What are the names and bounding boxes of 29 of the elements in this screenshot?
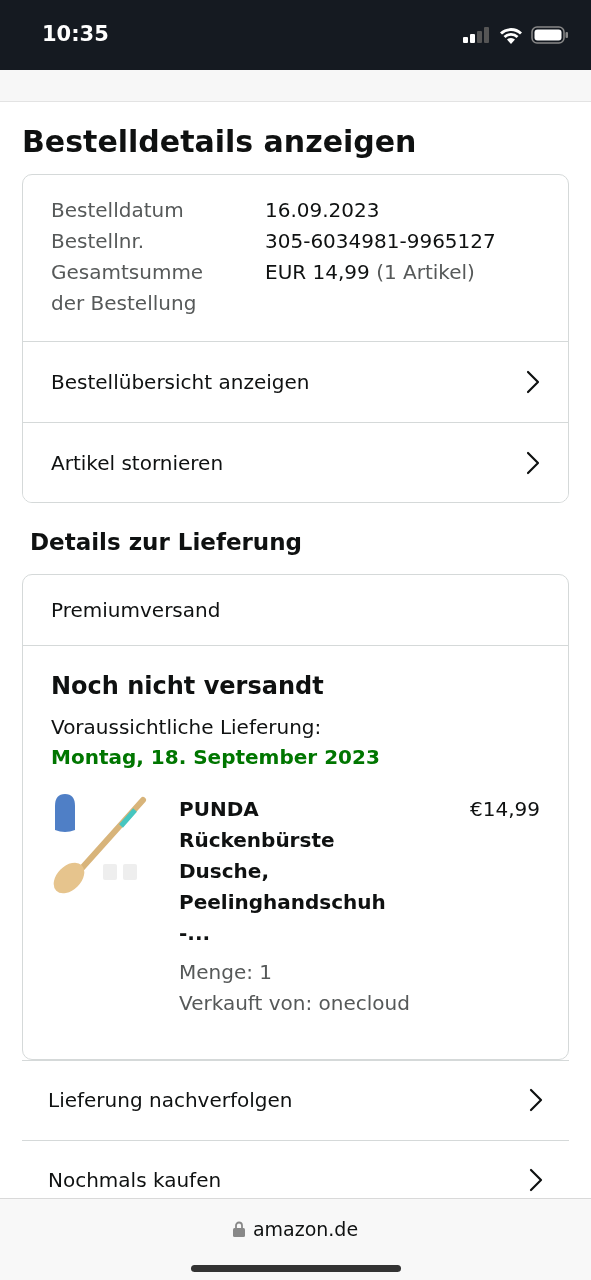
delivery-date: Montag, 18. September 2023 [51,743,381,771]
clock-time: 10:35 [42,21,109,49]
seller: Verkauft von: onecloud [179,989,410,1017]
home-indicator[interactable] [190,1265,401,1272]
field-value: EUR 14,99 [265,260,370,284]
url-bar[interactable]: amazon.de [232,1215,359,1244]
chevron-right-icon [526,450,540,475]
signal-icon [463,27,491,43]
quantity: Menge: 1 [179,958,274,986]
section-heading: Details zur Lieferung [30,528,304,557]
wifi-icon [499,26,523,44]
field-value: 16.09.2023 [265,198,380,222]
chevron-right-icon [526,370,540,394]
product-title[interactable]: PUNDA Rückenbürste Dusche, Peelinghandschuh -... [179,793,399,949]
chevron-right-icon [529,1168,543,1192]
delivery-label: Voraussichtliche Lieferung: [51,713,323,741]
field-label: Bestellnr. [51,228,146,255]
field-label: Gesamtsumme der Bestellung [51,259,205,317]
price: €14,99 [470,795,540,823]
menu-link[interactable]: Artikel stornieren [23,422,568,502]
shipping-method: Premiumversand [23,574,568,646]
chevron-right-icon [529,1088,543,1112]
lock-icon [232,1221,245,1238]
shipment-status: Noch nicht versandt [51,670,325,702]
page-title: Bestelldetails anzeigen [22,124,418,160]
battery-icon [531,26,569,44]
field-value: 305-6034981-9965127 [265,229,496,253]
item-count: (1 Artikel) [376,260,475,284]
field-label: Bestelldatum [51,197,185,224]
